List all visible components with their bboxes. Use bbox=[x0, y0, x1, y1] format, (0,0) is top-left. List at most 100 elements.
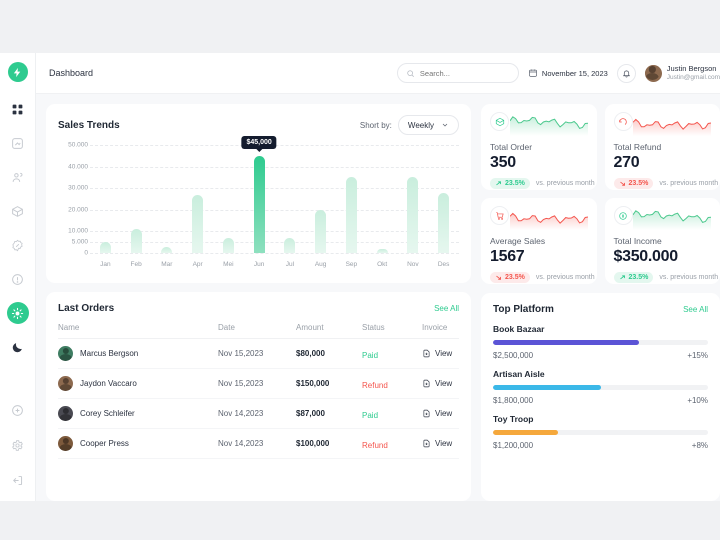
bolt-icon bbox=[13, 67, 21, 77]
chart-bar[interactable] bbox=[345, 177, 357, 253]
topbar: Dashboard November 15, 2023 bbox=[36, 53, 720, 94]
chart-y-axis: 0 5.000 10.000 20.000 30.000 40.000 50.000 bbox=[58, 142, 88, 257]
avatar bbox=[58, 406, 73, 421]
chart-bar-slot[interactable] bbox=[121, 145, 152, 253]
chart-bar-slot[interactable] bbox=[213, 145, 244, 253]
sales-chart: 0 5.000 10.000 20.000 30.000 40.000 50.000 $45… bbox=[58, 135, 459, 273]
sales-card-header: Sales Trends Short by: Weekly bbox=[58, 115, 459, 135]
arrow-down-icon bbox=[619, 181, 625, 186]
table-row[interactable]: Corey Schleifer Nov 14,2023 $87,000 Paid Vie… bbox=[58, 399, 459, 429]
sort-select[interactable]: Weekly bbox=[397, 115, 459, 135]
date-picker[interactable]: November 15, 2023 bbox=[528, 68, 608, 78]
x-tick-label: Feb bbox=[130, 260, 142, 268]
platform-item[interactable]: Book Bazaar $2,500,000 +15% bbox=[493, 324, 708, 360]
platform-item[interactable]: Toy Troop $1,200,000 +8% bbox=[493, 414, 708, 450]
search-input[interactable] bbox=[419, 68, 510, 78]
sidebar-item-dashboard[interactable] bbox=[7, 98, 29, 120]
platform-progress-fill bbox=[493, 430, 558, 435]
invoice-view-button[interactable]: View bbox=[422, 439, 459, 448]
status-badge: Refund bbox=[362, 380, 388, 390]
chart-bar-slot[interactable] bbox=[428, 145, 459, 253]
table-row[interactable]: Marcus Bergson Nov 15,2023 $80,000 Paid View bbox=[58, 339, 459, 369]
chart-bar[interactable] bbox=[192, 194, 204, 253]
platform-progress-fill bbox=[493, 340, 640, 345]
chart-bar-slot[interactable] bbox=[90, 145, 121, 253]
file-download-icon bbox=[423, 409, 430, 418]
stat-card[interactable]: Average Sales 1567 23.5% vs. previous month bbox=[481, 198, 597, 284]
profile-email: Justin@gmail.com bbox=[666, 73, 720, 81]
stat-value: 270 bbox=[613, 154, 640, 171]
stats-grid: Total Order 350 23.5% vs. previous month Tot… bbox=[481, 104, 720, 284]
chart-bar-slot[interactable] bbox=[152, 145, 183, 253]
table-row[interactable]: Cooper Press Nov 14,2023 $100,000 Refund Vie… bbox=[58, 429, 459, 459]
stat-delta-value: 23.5% bbox=[505, 180, 525, 187]
chart-bar[interactable] bbox=[376, 248, 388, 253]
stat-note: vs. previous month bbox=[535, 274, 595, 281]
sidebar-item-add[interactable] bbox=[7, 399, 29, 421]
x-tick-label: Sep bbox=[345, 260, 358, 268]
x-tick-label: Nov bbox=[407, 260, 419, 268]
app-logo[interactable] bbox=[7, 62, 28, 82]
chart-bar-slot[interactable] bbox=[367, 145, 398, 253]
chart-bar[interactable] bbox=[130, 229, 142, 253]
status-badge: Paid bbox=[362, 410, 379, 420]
sidebar-item-settings-active[interactable] bbox=[6, 302, 29, 324]
notifications-button[interactable] bbox=[616, 63, 636, 83]
platform-percent: +15% bbox=[687, 351, 708, 360]
chart-bar-slot[interactable]: $45,000 bbox=[241, 135, 277, 253]
chart-bar-slot[interactable] bbox=[275, 145, 306, 253]
sidebar-item-logout[interactable] bbox=[7, 469, 29, 491]
orders-table-body: Marcus Bergson Nov 15,2023 $80,000 Paid View… bbox=[58, 339, 459, 459]
platform-see-all-link[interactable]: See All bbox=[683, 305, 708, 314]
moon-icon bbox=[12, 342, 22, 352]
sidebar-item-discounts[interactable] bbox=[7, 234, 29, 256]
sidebar-item-theme-toggle[interactable] bbox=[7, 336, 29, 358]
platform-progress-track bbox=[493, 430, 708, 435]
cell-date: Nov 15,2023 bbox=[218, 349, 264, 358]
badge-icon bbox=[12, 239, 23, 251]
profile-menu[interactable]: Justin Bergson Justin@gmail.com bbox=[644, 64, 720, 82]
chart-bar[interactable] bbox=[253, 155, 265, 253]
search-icon bbox=[407, 69, 414, 77]
chart-bar-slot[interactable] bbox=[398, 145, 429, 253]
platform-progress-track bbox=[493, 340, 708, 345]
platform-amount: $1,800,000 bbox=[493, 396, 534, 405]
chart-bar-slot[interactable] bbox=[336, 145, 367, 253]
sidebar-item-products[interactable] bbox=[7, 200, 29, 222]
invoice-view-button[interactable]: View bbox=[422, 409, 459, 418]
file-download-icon bbox=[423, 439, 430, 448]
orders-see-all-link[interactable]: See All bbox=[434, 304, 459, 313]
stat-card[interactable]: Total Refund 270 23.5% vs. previous month bbox=[604, 104, 720, 190]
chart-bar[interactable] bbox=[407, 177, 419, 253]
stat-card[interactable]: Total Order 350 23.5% vs. previous month bbox=[481, 104, 597, 190]
search-box[interactable] bbox=[396, 63, 519, 83]
chart-bar[interactable] bbox=[284, 237, 296, 253]
stat-note: vs. previous month bbox=[659, 180, 719, 187]
platform-list: Book Bazaar $2,500,000 +15% Artisan Aisle $1… bbox=[493, 324, 708, 450]
sidebar-item-reports[interactable] bbox=[7, 268, 29, 290]
chart-bar[interactable] bbox=[315, 209, 327, 253]
cell-date: Nov 14,2023 bbox=[218, 409, 264, 418]
chart-bar[interactable] bbox=[438, 192, 450, 253]
platform-amount: $2,500,000 bbox=[493, 351, 534, 360]
invoice-view-button[interactable]: View bbox=[422, 379, 459, 388]
chart-bar[interactable] bbox=[99, 242, 111, 253]
table-row[interactable]: Jaydon Vaccaro Nov 15,2023 $150,000 Refund V… bbox=[58, 369, 459, 399]
chart-bar-slot[interactable] bbox=[305, 145, 336, 253]
stat-icon-wrap bbox=[613, 112, 633, 131]
stat-icon-wrap bbox=[490, 112, 509, 131]
stat-note: vs. previous month bbox=[535, 180, 595, 187]
cell-date: Nov 14,2023 bbox=[218, 439, 264, 448]
chart-bar[interactable] bbox=[161, 246, 173, 253]
invoice-view-button[interactable]: View bbox=[422, 349, 459, 358]
chart-bar[interactable] bbox=[222, 237, 234, 253]
stat-card[interactable]: Total Income $350.000 23.5% vs. previous mo… bbox=[604, 198, 720, 284]
sort-value: Weekly bbox=[407, 120, 434, 130]
sidebar-item-settings[interactable] bbox=[7, 434, 29, 456]
sidebar-item-analytics[interactable] bbox=[7, 132, 29, 154]
sidebar-item-customers[interactable] bbox=[7, 166, 29, 188]
column-date: Date bbox=[218, 323, 235, 332]
x-tick-label: Mar bbox=[161, 260, 173, 268]
platform-item[interactable]: Artisan Aisle $1,800,000 +10% bbox=[493, 369, 708, 405]
chart-bar-slot[interactable] bbox=[182, 145, 213, 253]
